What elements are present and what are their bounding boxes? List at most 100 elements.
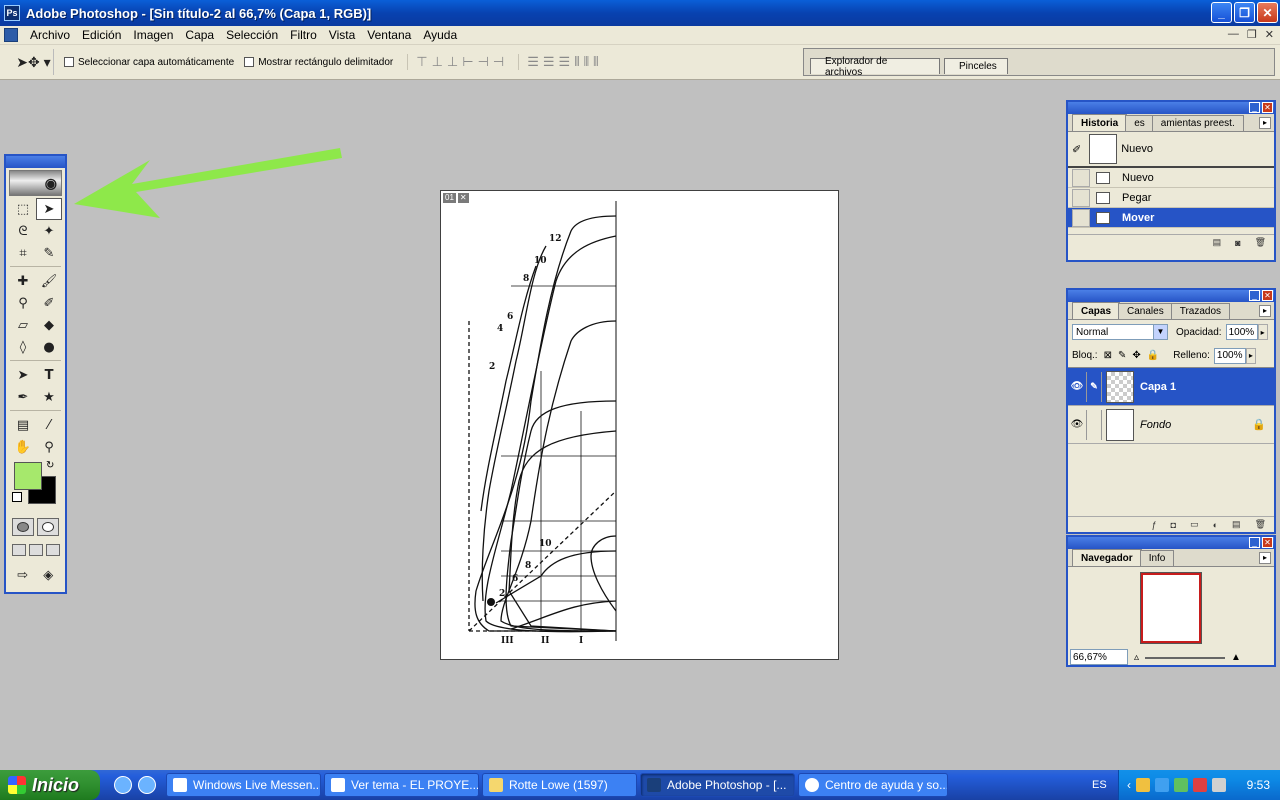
- doc-close-icon[interactable]: ✕: [1265, 28, 1274, 41]
- lock-transparency-icon[interactable]: ⊠: [1104, 350, 1112, 361]
- fill-field[interactable]: 100%: [1213, 347, 1246, 364]
- fullscreen-menu-icon[interactable]: [28, 544, 43, 556]
- distribute-right-icon[interactable]: ⫴: [593, 54, 598, 70]
- history-brush-tool-icon[interactable]: ✐: [36, 292, 62, 314]
- tray-expand-icon[interactable]: ‹: [1127, 778, 1131, 792]
- panel-menu-icon[interactable]: ▸: [1259, 117, 1271, 129]
- panel-minimize-icon[interactable]: _: [1249, 537, 1260, 548]
- taskbar-button[interactable]: Windows Live Messen...: [166, 773, 321, 797]
- pen-tool-icon[interactable]: ✒: [10, 386, 36, 408]
- blur-tool-icon[interactable]: ◊: [10, 336, 36, 358]
- toolbox-title-bar[interactable]: [6, 156, 65, 168]
- default-colors-icon[interactable]: [12, 492, 22, 502]
- language-indicator[interactable]: ES: [1092, 779, 1107, 791]
- tray-messenger-icon[interactable]: [1174, 778, 1188, 792]
- align-right-icon[interactable]: ⊣: [493, 54, 504, 70]
- path-selection-tool-icon[interactable]: ➤: [10, 364, 36, 386]
- layers-panel-title-bar[interactable]: _ ✕: [1068, 290, 1274, 302]
- adobe-online-icon[interactable]: ◉: [9, 170, 62, 196]
- eraser-tool-icon[interactable]: ▱: [10, 314, 36, 336]
- tray-volume-icon[interactable]: [1212, 778, 1226, 792]
- zoom-tool-icon[interactable]: ⚲: [36, 436, 62, 458]
- new-set-icon[interactable]: ▭: [1190, 519, 1199, 530]
- document-canvas[interactable]: 01 ✕ 12 10 8 6 4 2 10 8 6 2 III II I: [440, 190, 839, 660]
- align-bottom-icon[interactable]: ⊥: [447, 54, 458, 70]
- lasso-tool-icon[interactable]: ᘓ: [10, 220, 36, 242]
- delete-layer-icon[interactable]: 🗑: [1255, 519, 1266, 530]
- maximize-button[interactable]: ❐: [1234, 2, 1255, 23]
- shape-tool-icon[interactable]: ★: [36, 386, 62, 408]
- healing-brush-tool-icon[interactable]: ✚: [10, 270, 36, 292]
- panel-menu-icon[interactable]: ▸: [1259, 305, 1271, 317]
- panel-close-icon[interactable]: ✕: [1262, 537, 1273, 548]
- panel-menu-icon[interactable]: ▸: [1259, 552, 1271, 564]
- notes-tool-icon[interactable]: ▤: [10, 414, 36, 436]
- menu-filtro[interactable]: Filtro: [284, 28, 323, 42]
- menu-ayuda[interactable]: Ayuda: [417, 28, 463, 42]
- tray-app-icon[interactable]: [1136, 778, 1150, 792]
- clock[interactable]: 9:53: [1247, 778, 1270, 792]
- document-icon[interactable]: [4, 28, 18, 42]
- zoom-field[interactable]: 66,67%: [1070, 649, 1128, 665]
- zoom-in-icon[interactable]: ▲: [1231, 652, 1241, 663]
- history-snapshot[interactable]: ✐ Nuevo: [1068, 132, 1274, 168]
- panel-close-icon[interactable]: ✕: [1262, 102, 1273, 113]
- fullscreen-icon[interactable]: [45, 544, 60, 556]
- opacity-slider-icon[interactable]: ▸: [1257, 324, 1268, 340]
- new-document-from-state-icon[interactable]: ▤: [1213, 237, 1222, 248]
- lock-all-icon[interactable]: 🔒: [1147, 350, 1159, 361]
- layer-brush-icon[interactable]: ✎: [1086, 371, 1102, 402]
- close-button[interactable]: ✕: [1257, 2, 1278, 23]
- tab-navegador[interactable]: Navegador: [1072, 549, 1142, 566]
- layer-link-box[interactable]: [1086, 409, 1102, 440]
- align-vcenter-icon[interactable]: ⊥: [432, 54, 443, 70]
- new-layer-icon[interactable]: ▤: [1232, 519, 1241, 530]
- tab-capas[interactable]: Capas: [1072, 302, 1121, 319]
- menu-edicion[interactable]: Edición: [76, 28, 127, 42]
- history-step[interactable]: Nuevo: [1068, 168, 1274, 188]
- show-desktop-icon[interactable]: [138, 776, 156, 794]
- lock-image-icon[interactable]: ✎: [1118, 350, 1126, 361]
- minimize-button[interactable]: _: [1211, 2, 1232, 23]
- menu-vista[interactable]: Vista: [323, 28, 361, 42]
- fill-slider-icon[interactable]: ▸: [1245, 347, 1256, 364]
- history-step-selected[interactable]: Mover: [1068, 208, 1274, 228]
- marquee-tool-icon[interactable]: ⬚: [10, 198, 36, 220]
- distribute-hcenter-icon[interactable]: ⫴: [584, 54, 589, 70]
- distribute-vcenter-icon[interactable]: ☰: [543, 54, 555, 70]
- layer-style-icon[interactable]: ƒ: [1152, 520, 1157, 530]
- dodge-tool-icon[interactable]: ●: [36, 336, 62, 358]
- swap-colors-icon[interactable]: ↻: [46, 460, 54, 471]
- tab-canales[interactable]: Canales: [1118, 303, 1173, 319]
- start-button[interactable]: Inicio: [0, 770, 100, 800]
- auto-select-layer-checkbox[interactable]: Seleccionar capa automáticamente: [64, 57, 234, 68]
- imageready-icon[interactable]: ◈: [36, 564, 62, 586]
- standard-screen-icon[interactable]: [11, 544, 26, 556]
- panel-minimize-icon[interactable]: _: [1249, 290, 1260, 301]
- distribute-top-icon[interactable]: ☰: [527, 54, 539, 70]
- tray-network-icon[interactable]: [1155, 778, 1169, 792]
- opacity-field[interactable]: 100%: [1225, 324, 1258, 340]
- checkbox-box[interactable]: [64, 57, 74, 67]
- panel-close-icon[interactable]: ✕: [1262, 290, 1273, 301]
- adjustment-layer-icon[interactable]: ◐: [1213, 520, 1218, 530]
- history-step[interactable]: Pegar: [1068, 188, 1274, 208]
- delete-state-icon[interactable]: 🗑: [1255, 237, 1266, 248]
- zoom-slider[interactable]: [1145, 657, 1226, 659]
- navigator-panel-title-bar[interactable]: _ ✕: [1068, 537, 1274, 549]
- tab-trazados[interactable]: Trazados: [1170, 303, 1231, 319]
- navigator-view-box[interactable]: [1141, 573, 1201, 643]
- menu-seleccion[interactable]: Selección: [220, 28, 284, 42]
- paint-bucket-tool-icon[interactable]: ◆: [36, 314, 62, 336]
- distribute-bottom-icon[interactable]: ☰: [559, 54, 571, 70]
- tab-file-browser[interactable]: Explorador de archivos: [810, 56, 940, 78]
- align-top-icon[interactable]: ⊤: [416, 54, 427, 70]
- foreground-color-swatch[interactable]: [14, 462, 42, 490]
- visibility-eye-icon[interactable]: 👁: [1068, 381, 1086, 392]
- eyedropper-tool-icon[interactable]: ⁄: [36, 414, 62, 436]
- slice-tool-icon[interactable]: ✎: [36, 242, 62, 264]
- menu-imagen[interactable]: Imagen: [127, 28, 179, 42]
- history-brush-source-icon[interactable]: ✐: [1072, 143, 1081, 156]
- quick-mask-mode-icon[interactable]: [37, 518, 60, 536]
- doc-restore-icon[interactable]: ❐: [1247, 28, 1257, 41]
